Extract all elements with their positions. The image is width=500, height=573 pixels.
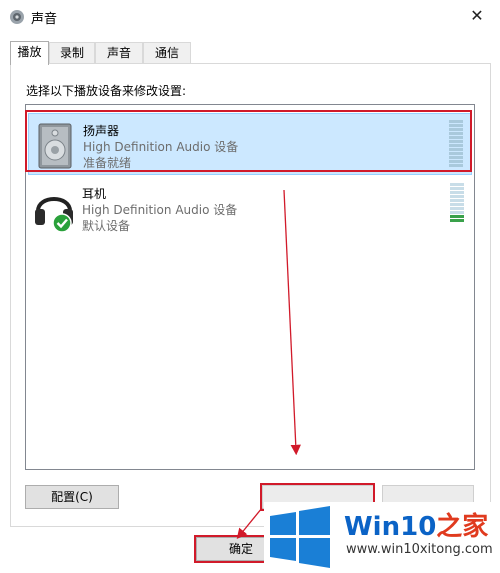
tab-communications[interactable]: 通信 (143, 42, 191, 64)
watermark-url: www.win10xitong.com (346, 542, 493, 557)
watermark: Win10之家 www.win10xitong.com (264, 502, 500, 573)
window-title: 声音 (31, 12, 58, 27)
speaker-icon (38, 123, 72, 169)
speaker-app-icon (10, 10, 24, 24)
level-meter (450, 183, 464, 231)
device-status: 准备就绪 (83, 156, 132, 170)
title-bar: 声音 ✕ (0, 0, 500, 32)
device-description: High Definition Audio 设备 (83, 140, 239, 154)
device-item-speakers[interactable]: 扬声器 High Definition Audio 设备 准备就绪 (28, 113, 472, 175)
watermark-brand: Win10之家 (344, 512, 489, 542)
close-button[interactable]: ✕ (454, 0, 500, 32)
sound-dialog: 声音 ✕ 播放 录制 声音 通信 选择以下播放设备来修改设置: 扬声器 High… (0, 0, 500, 573)
tab-recording[interactable]: 录制 (49, 42, 95, 64)
tab-playback[interactable]: 播放 (10, 41, 49, 65)
headphones-icon (35, 197, 73, 233)
close-icon: ✕ (470, 6, 484, 25)
device-name: 扬声器 (83, 124, 120, 138)
configure-button[interactable]: 配置(C) (25, 485, 119, 509)
device-description: High Definition Audio 设备 (82, 203, 238, 217)
level-meter (449, 120, 463, 168)
instruction-text: 选择以下播放设备来修改设置: (26, 84, 187, 98)
device-name: 耳机 (82, 187, 107, 201)
device-list: 扬声器 High Definition Audio 设备 准备就绪 耳机 Hig… (25, 104, 475, 470)
tab-sounds[interactable]: 声音 (95, 42, 143, 64)
device-status: 默认设备 (82, 219, 131, 233)
default-check-icon (52, 213, 72, 233)
windows-logo-icon (270, 506, 330, 568)
device-item-headphones[interactable]: 耳机 High Definition Audio 设备 默认设备 (28, 177, 472, 239)
